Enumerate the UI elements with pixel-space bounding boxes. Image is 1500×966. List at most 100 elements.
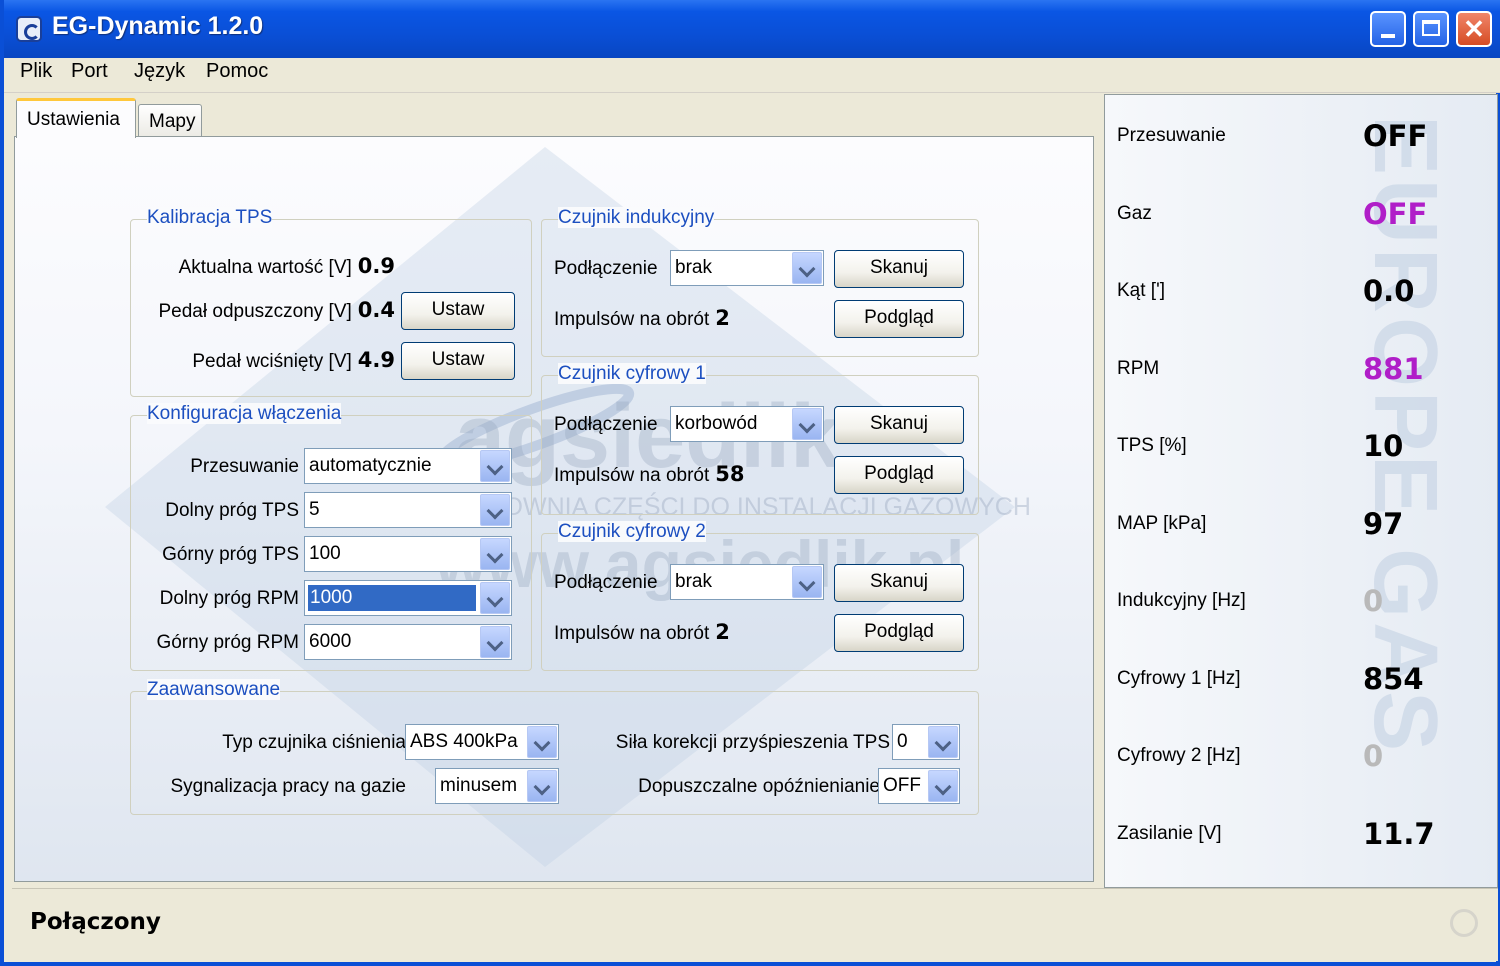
- readout-value: 881: [1363, 351, 1424, 386]
- impulsy-cyfrowy2: Impulsów na obrót 2: [554, 620, 730, 644]
- chevron-down-icon[interactable]: [480, 494, 510, 526]
- readout-value: 11.7: [1363, 816, 1435, 851]
- chevron-down-icon[interactable]: [792, 252, 822, 284]
- gorny-prog-tps-value: 100: [309, 543, 341, 564]
- chevron-down-icon[interactable]: [480, 582, 510, 614]
- gorny-prog-tps-select[interactable]: 100: [304, 536, 512, 572]
- opoznienie-select[interactable]: OFF: [878, 768, 960, 804]
- window-title: EG-Dynamic 1.2.0: [52, 12, 264, 40]
- label-podlaczenie: Podłączenie: [554, 414, 658, 435]
- group-czujnik-cyfrowy-1: Czujnik cyfrowy 1 Podłączenie korbowód S…: [541, 363, 979, 515]
- chevron-down-icon[interactable]: [928, 770, 958, 802]
- chevron-down-icon[interactable]: [792, 566, 822, 598]
- chevron-down-icon[interactable]: [480, 450, 510, 482]
- typ-czujnika-value: ABS 400kPa: [410, 731, 518, 752]
- chevron-down-icon[interactable]: [792, 408, 822, 440]
- menu-jezyk[interactable]: Język: [130, 60, 189, 83]
- label-gorny-prog-tps: Górny próg TPS: [162, 544, 299, 565]
- przesuwanie-select[interactable]: automatycznie: [304, 448, 512, 484]
- close-button[interactable]: ✕: [1456, 11, 1492, 47]
- indukcyjny-podlaczenie-select[interactable]: brak: [670, 250, 824, 286]
- readouts-panel: EUROPE GAS Przesuwanie OFF Gaz OFF Kąt ['] 0.…: [1104, 94, 1498, 888]
- label-sygnalizacja: Sygnalizacja pracy na gazie: [170, 776, 406, 797]
- podglad-indukcyjny-button[interactable]: Podgląd: [834, 300, 964, 338]
- podglad-cyfrowy1-button[interactable]: Podgląd: [834, 456, 964, 494]
- group-title-czujnik-indukcyjny: Czujnik indukcyjny: [558, 207, 715, 228]
- cyfrowy1-podlaczenie-value: korbowód: [675, 413, 758, 434]
- chevron-down-icon[interactable]: [480, 538, 510, 570]
- minimize-button[interactable]: [1370, 11, 1406, 47]
- chevron-down-icon[interactable]: [928, 726, 958, 758]
- readout-label: Cyfrowy 1 [Hz]: [1117, 667, 1241, 689]
- cyfrowy2-podlaczenie-select[interactable]: brak: [670, 564, 824, 600]
- menu-pomoc[interactable]: Pomoc: [202, 60, 272, 83]
- group-konfiguracja: Konfiguracja włączenia Przesuwanie autom…: [130, 403, 532, 671]
- label-sila-korekcji: Siła korekcji przyśpieszenia TPS: [615, 732, 890, 753]
- cyfrowy1-podlaczenie-select[interactable]: korbowód: [670, 406, 824, 442]
- menu-plik[interactable]: Plik: [16, 60, 56, 83]
- readout-value: 10: [1363, 429, 1404, 463]
- przesuwanie-value: automatycznie: [309, 455, 432, 476]
- app-logo-icon: [16, 16, 42, 42]
- group-title-czujnik-cyfrowy-2: Czujnik cyfrowy 2: [558, 521, 706, 542]
- chevron-down-icon[interactable]: [527, 726, 557, 758]
- readout-label: Zasilanie [V]: [1117, 822, 1222, 844]
- settings-panel: agsiedlik HURTOWNIA CZĘŚCI DO INSTALACJI…: [14, 136, 1094, 882]
- label-dolny-prog-rpm: Dolny próg RPM: [159, 588, 299, 609]
- label-typ-czujnika: Typ czujnika ciśnienia: [222, 732, 406, 753]
- dolny-prog-tps-value: 5: [309, 499, 320, 520]
- gorny-prog-rpm-value: 6000: [309, 631, 352, 652]
- group-kalibracja-tps: Kalibracja TPS Aktualna wartość [V] 0.9 P…: [130, 207, 532, 397]
- gorny-prog-rpm-select[interactable]: 6000: [304, 624, 512, 660]
- status-bar: Połączony: [12, 888, 1498, 961]
- label-podlaczenie: Podłączenie: [554, 572, 658, 593]
- typ-czujnika-select[interactable]: ABS 400kPa: [405, 724, 559, 760]
- minimize-icon: [1381, 34, 1395, 38]
- readout-value: 0.0: [1363, 274, 1415, 308]
- label-przesuwanie: Przesuwanie: [190, 456, 299, 477]
- title-bar[interactable]: EG-Dynamic 1.2.0 ✕: [4, 0, 1500, 58]
- readout-label: Kąt [']: [1117, 280, 1165, 301]
- podglad-cyfrowy2-button[interactable]: Podgląd: [834, 614, 964, 652]
- dolny-prog-rpm-value: 1000: [308, 585, 476, 611]
- app-window: EG-Dynamic 1.2.0 ✕ Plik Port Język Pomoc…: [0, 0, 1500, 966]
- sila-korekcji-select[interactable]: 0: [892, 724, 960, 760]
- dolny-prog-tps-select[interactable]: 5: [304, 492, 512, 528]
- group-title-zaawansowane: Zaawansowane: [147, 679, 281, 700]
- maximize-icon: [1422, 20, 1440, 36]
- skanuj-cyfrowy1-button[interactable]: Skanuj: [834, 406, 964, 444]
- readout-label: Cyfrowy 2 [Hz]: [1117, 745, 1241, 766]
- activity-indicator-icon: [1450, 909, 1478, 937]
- readout-value: OFF: [1363, 196, 1428, 231]
- sygnalizacja-value: minusem: [440, 775, 518, 796]
- readout-label: Przesuwanie: [1117, 125, 1226, 146]
- impulsy-cyfrowy1: Impulsów na obrót 58: [554, 462, 745, 486]
- readout-label: RPM: [1117, 357, 1160, 379]
- readout-value: 0: [1363, 739, 1384, 773]
- ustaw-odpuszczony-button[interactable]: Ustaw: [401, 292, 515, 330]
- readout-value: OFF: [1363, 119, 1428, 153]
- group-title-kalibracja: Kalibracja TPS: [147, 207, 273, 228]
- ustaw-wcisniety-button[interactable]: Ustaw: [401, 342, 515, 380]
- group-czujnik-cyfrowy-2: Czujnik cyfrowy 2 Podłączenie brak Skanu…: [541, 521, 979, 671]
- skanuj-indukcyjny-button[interactable]: Skanuj: [834, 250, 964, 288]
- impulsy-indukcyjny: Impulsów na obrót 2: [554, 306, 730, 330]
- group-zaawansowane: Zaawansowane Typ czujnika ciśnienia ABS …: [130, 679, 979, 815]
- tab-ustawienia[interactable]: Ustawienia: [16, 98, 136, 138]
- label-podlaczenie: Podłączenie: [554, 258, 658, 279]
- maximize-button[interactable]: [1413, 11, 1449, 47]
- readout-label: Indukcyjny [Hz]: [1117, 590, 1246, 611]
- cyfrowy2-podlaczenie-value: brak: [675, 571, 712, 592]
- chevron-down-icon[interactable]: [527, 770, 557, 802]
- tab-mapy[interactable]: Mapy: [138, 104, 202, 136]
- dolny-prog-rpm-select[interactable]: 1000: [304, 580, 512, 616]
- readout-label: TPS [%]: [1117, 435, 1187, 456]
- skanuj-cyfrowy2-button[interactable]: Skanuj: [834, 564, 964, 602]
- sygnalizacja-select[interactable]: minusem: [435, 768, 559, 804]
- label-gorny-prog-rpm: Górny próg RPM: [156, 632, 299, 653]
- pedal-wcisniety: Pedał wciśnięty [V] 4.9: [192, 348, 395, 372]
- menu-port[interactable]: Port: [67, 60, 112, 83]
- group-title-czujnik-cyfrowy-1: Czujnik cyfrowy 1: [558, 363, 706, 384]
- label-dolny-prog-tps: Dolny próg TPS: [165, 500, 299, 521]
- chevron-down-icon[interactable]: [480, 626, 510, 658]
